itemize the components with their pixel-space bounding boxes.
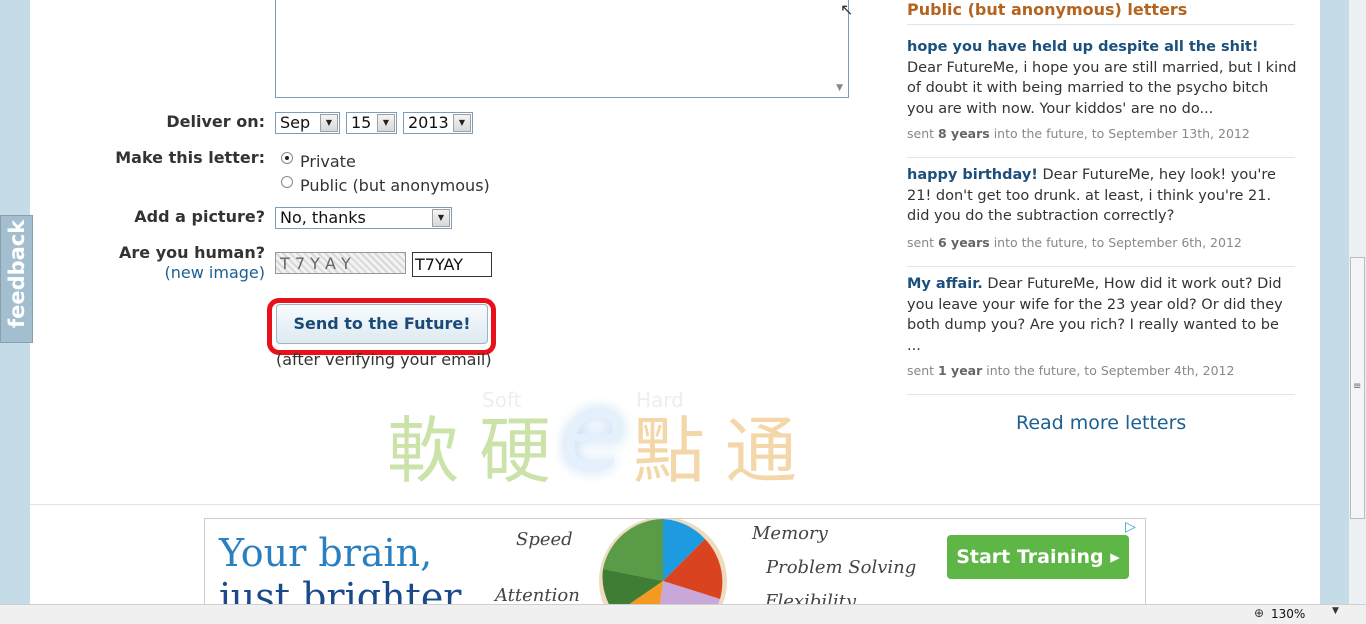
month-select[interactable]: Sep ▼: [275, 112, 340, 134]
divider: [907, 266, 1295, 267]
highlight-ring: [267, 298, 496, 355]
scroll-grip-icon: ≡: [1353, 381, 1362, 392]
public-radio[interactable]: [281, 176, 293, 188]
new-image-link[interactable]: (new image): [30, 263, 265, 282]
day-value: 15: [351, 113, 372, 132]
chevron-down-icon[interactable]: ▼: [1332, 606, 1339, 616]
letter-meta: sent 1 year into the future, to Septembe…: [907, 363, 1235, 378]
letter-title[interactable]: hope you have held up despite all the sh…: [907, 39, 1258, 55]
adchoices-icon[interactable]: ▷: [1125, 519, 1136, 535]
watermark-e-logo: e: [560, 370, 627, 495]
ad-banner[interactable]: Your brain, just brighter Speed Memory P…: [204, 518, 1146, 604]
chevron-down-icon[interactable]: ▼: [453, 114, 471, 132]
brain-pie-graphic: [599, 519, 727, 604]
zoom-level[interactable]: 130%: [1271, 607, 1305, 621]
chevron-down-icon[interactable]: ▼: [432, 209, 450, 227]
chevron-down-icon[interactable]: ▼: [377, 114, 395, 132]
ad-word-attention: Attention: [495, 585, 580, 604]
public-letters-title: Public (but anonymous) letters: [907, 0, 1188, 19]
ad-headline-1: Your brain,: [219, 531, 433, 575]
page: ▼ ↖ Deliver on: Sep ▼ 15 ▼ 2013 ▼ Make t…: [30, 0, 1320, 604]
ad-word-problem-solving: Problem Solving: [766, 557, 917, 578]
privacy-label: Make this letter:: [115, 148, 265, 167]
captcha-input-value: T7YAY: [415, 255, 463, 274]
letter-body: Dear FutureMe, i hope you are still marr…: [907, 59, 1297, 117]
divider: [907, 157, 1295, 158]
watermark-right: 點通: [633, 409, 818, 493]
captcha-input[interactable]: T7YAY: [412, 252, 492, 277]
section-divider: [30, 504, 1320, 505]
letter-title[interactable]: happy birthday!: [907, 167, 1038, 183]
year-value: 2013: [408, 113, 449, 132]
letter-meta: sent 6 years into the future, to Septemb…: [907, 235, 1242, 250]
picture-label: Add a picture?: [134, 207, 265, 226]
mouse-cursor-icon: ↖: [840, 0, 854, 19]
deliver-label: Deliver on:: [166, 112, 265, 131]
watermark-left: 軟硬: [387, 409, 572, 493]
ad-word-memory: Memory: [752, 523, 828, 544]
public-label: Public (but anonymous): [300, 176, 490, 195]
letter-item[interactable]: hope you have held up despite all the sh…: [907, 37, 1297, 119]
scroll-down-icon[interactable]: ▼: [836, 83, 843, 93]
divider: [907, 24, 1295, 25]
year-select[interactable]: 2013 ▼: [403, 112, 473, 134]
chevron-down-icon[interactable]: ▼: [320, 114, 338, 132]
ad-word-flexibility: Flexibility: [765, 591, 857, 604]
feedback-label[interactable]: feedback: [5, 220, 29, 328]
captcha-image: T 7 Y A Y: [275, 252, 406, 274]
private-label: Private: [300, 152, 356, 171]
ad-word-speed: Speed: [516, 529, 573, 550]
private-radio[interactable]: [281, 152, 293, 164]
start-training-button[interactable]: Start Training ▸: [947, 535, 1129, 579]
letter-item[interactable]: happy birthday! Dear FutureMe, hey look!…: [907, 165, 1297, 227]
divider: [907, 394, 1295, 395]
ad-headline-2: just brighter: [219, 575, 462, 604]
letter-title[interactable]: My affair.: [907, 276, 983, 292]
picture-select[interactable]: No, thanks ▼: [275, 207, 452, 229]
day-select[interactable]: 15 ▼: [346, 112, 397, 134]
month-value: Sep: [280, 113, 311, 132]
captcha-image-text: T 7 Y A Y: [280, 254, 351, 273]
zoom-icon[interactable]: ⊕: [1254, 606, 1264, 620]
letter-item[interactable]: My affair. Dear FutureMe, How did it wor…: [907, 274, 1297, 356]
letter-textarea[interactable]: ▼: [275, 0, 849, 98]
after-verify-note: (after verifying your email): [276, 350, 492, 369]
status-bar: [0, 604, 1366, 624]
picture-value: No, thanks: [280, 208, 366, 227]
human-label: Are you human?: [119, 243, 265, 262]
letter-meta: sent 8 years into the future, to Septemb…: [907, 126, 1250, 141]
read-more-letters-link[interactable]: Read more letters: [1016, 412, 1186, 434]
